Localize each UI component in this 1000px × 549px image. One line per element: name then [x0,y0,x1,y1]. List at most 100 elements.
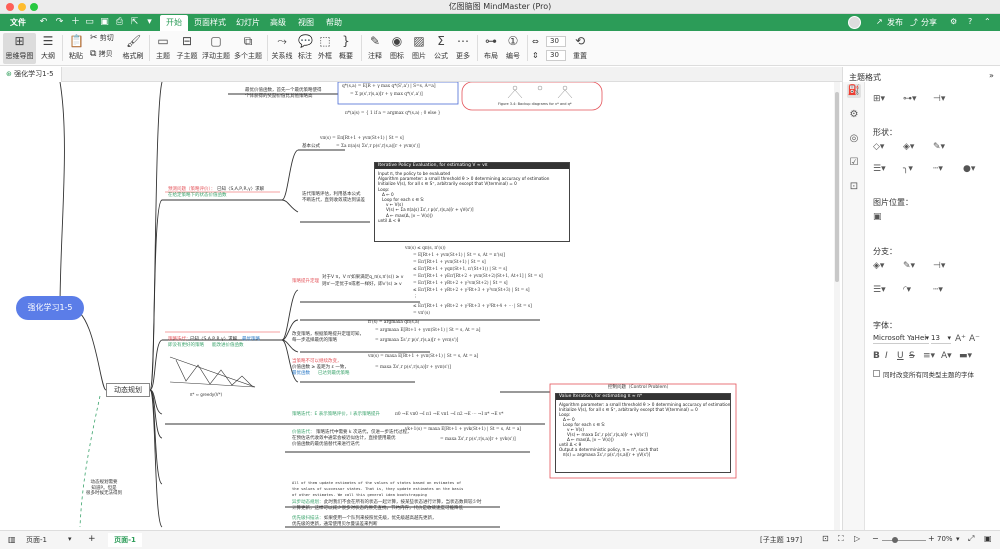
expand-icon[interactable]: ⤢ [968,534,974,544]
zoom-dropdown-icon[interactable]: ▾ [956,535,960,543]
relationship-button[interactable]: ⤳ 关系线 [270,33,294,64]
policy-iteration-green[interactable]: 即没有更好的策略 [168,343,204,349]
callout-button[interactable]: 💬 标注 [296,33,314,64]
highlight-icon[interactable]: ▬▾ [959,350,975,362]
publish-icon[interactable]: ↗ [876,17,883,26]
decrease-font-icon[interactable]: A⁻ [969,333,981,345]
paint-bucket-icon[interactable]: ⛽ [847,84,861,98]
tab-help[interactable]: 帮助 [326,17,342,28]
tab-advanced[interactable]: 高级 [270,17,286,28]
page-panel-icon[interactable]: ▥ [8,535,16,544]
font-color-icon[interactable]: A▾ [941,350,957,362]
shadow-icon[interactable]: ●▾ [963,163,985,175]
apply-all-font-checkbox[interactable] [873,370,880,377]
open-folder-icon[interactable]: ▭ [84,17,95,28]
formula-button[interactable]: Σ 公式 [431,33,451,64]
vertical-spacing-input[interactable]: 30 [546,50,566,61]
bootstrapping-note-line1[interactable]: All of them update estimates of the valu… [292,480,461,486]
root-topic[interactable]: 强化学习1-5 [16,296,84,320]
layout-button[interactable]: ⊶ 布局 [481,33,501,64]
page-select[interactable]: 页面-1 ▾ [26,535,76,545]
avatar[interactable] [848,16,861,29]
cut-button[interactable]: ✂ 剪切 [90,33,120,46]
document-tab[interactable]: ⊛ 强化学习1-5 × [0,67,62,93]
priority-sweep-green[interactable]: 优先级扫描法： [292,516,324,522]
optimal-blue[interactable]: 最优函数 [292,371,310,377]
value-iteration-green[interactable]: 价值迭代： [292,430,315,436]
italic-icon[interactable]: I [885,350,895,362]
zoom-in-icon[interactable]: + [928,534,935,543]
control-problem-title[interactable]: 控制问题（Control Problem） [608,385,671,391]
improve-desc-line2[interactable]: 每一步选择最优的策略 [292,338,337,344]
tab-slides[interactable]: 幻灯片 [236,17,260,28]
optimal-green-line1[interactable]: 已达到最优策略 [318,371,350,377]
paste-button[interactable]: 📋 粘贴 [66,33,86,64]
value-iteration-box[interactable]: Value Iteration, for estimating π ≈ π* A… [555,393,731,473]
branch-line-color-icon[interactable]: ✎▾ [903,260,925,272]
prediction-problem-rest[interactable]: 已知〈S,A,P,R,γ〉求解 [217,187,264,193]
improve-desc-line1[interactable]: 改变策略，根据策略提升定理可知， [292,332,364,338]
iterative-policy-evaluation-box[interactable]: Iterative Policy Evaluation, for estimat… [374,162,570,242]
publish-button[interactable]: 发布 [887,17,903,28]
image-position-icon[interactable]: ▣ [873,211,895,223]
connector-style-icon[interactable]: ⊣▾ [933,93,955,105]
active-page-tab[interactable]: 页面-1 [108,533,142,547]
note-button[interactable]: ✎ 注释 [365,33,385,64]
undo-icon[interactable]: ↶ [38,17,49,28]
value-iteration-rest1[interactable]: 策略迭代中需要 k 次迭代，仅进一步迭代过程， [316,430,411,436]
policy-iteration-red[interactable]: 策略迭代： [168,337,191,343]
dash-style-icon[interactable]: ┄▾ [933,163,955,175]
policy-improvement-rest1[interactable]: 对于V π，V π'如果满足q_π(s,π'(s)) ≥ v [322,275,403,281]
save-icon[interactable]: ▣ [99,17,110,28]
redo-icon[interactable]: ↷ [54,17,65,28]
help-icon[interactable]: ? [968,17,972,26]
underline-icon[interactable]: U [897,350,907,362]
async-dp-green[interactable]: 异步动态规划： [292,500,324,506]
more-quick-icon[interactable]: ▾ [144,17,155,28]
task-icon[interactable]: ☑ [847,156,861,170]
bootstrapping-note-line3[interactable]: of other estimates. We call this general… [292,492,427,498]
strikethrough-icon[interactable]: S [909,350,919,362]
more-button[interactable]: ⋯ 更多 [453,33,473,64]
line-weight-icon[interactable]: ☰▾ [873,163,895,175]
branch-dash-icon[interactable]: ┄▾ [933,284,955,296]
image-button[interactable]: ▨ 图片 [409,33,429,64]
tab-page-style[interactable]: 页面样式 [194,17,226,28]
bold-icon[interactable]: B [873,350,883,362]
horizontal-spacing-input[interactable]: 30 [546,36,566,47]
font-family-select[interactable]: Microsoft YaHei ▾ [873,333,929,344]
font-size-select[interactable]: 13 ▾ [931,333,951,344]
priority-sweep-line1[interactable]: 如果使用一个队列来按照优先级，优先级越高越先更新， [324,516,437,522]
policy-iteration-rest[interactable]: 已知〈S,A,P,R,γ〉求解 [190,337,237,343]
optimal-value-note-line1[interactable]: 最优价值函数，首先一个最优策略使得 [245,88,322,94]
style-theme-icon[interactable]: ⚙ [847,108,861,122]
add-page-icon[interactable]: + [88,534,96,544]
reset-button[interactable]: ⟲ 重置 [570,33,590,64]
fit-page-icon[interactable]: ⊡ [822,534,829,543]
scrollbar-thumb[interactable] [835,92,839,282]
align-icon[interactable]: ≡▾ [923,350,939,362]
priority-sweep-line2[interactable]: 优先级的更新，通常使用贝尔曼误差来判断 [292,522,378,528]
border-color-icon[interactable]: ✎▾ [933,141,955,153]
increase-font-icon[interactable]: A⁺ [955,333,967,345]
multiple-topics-button[interactable]: ⧉ 多个主题 [233,33,263,64]
present-icon[interactable]: ▷ [854,534,860,543]
iterative-desc-line1[interactable]: 迭代策略评估，利用基本公式 [302,192,361,198]
zoom-level[interactable]: 70% [937,535,953,543]
export-icon[interactable]: ⇱ [129,17,140,28]
async-dp-line2[interactable]: 计算更新，这样可以减少很多对状态的原先查找，节约内存，代价是收敛速度可能降低 [292,506,463,512]
corner-icon[interactable]: ╮▾ [903,163,925,175]
print-icon[interactable]: ⎙ [114,17,125,28]
optimal-value-note-line2[interactable]: 个体获得的奖励价值比其他策略高 [245,94,313,100]
format-painter-button[interactable]: 🖌 格式刷 [121,33,145,64]
mindmap-view-button[interactable]: ⊞ 思维导图 [3,33,36,64]
shape-icon[interactable]: ◇▾ [873,141,895,153]
new-file-icon[interactable]: ＋ [70,17,81,28]
icon-button[interactable]: ◉ 图标 [387,33,407,64]
zoom-slider[interactable] [882,537,926,543]
collapse-panel-icon[interactable]: » [989,71,994,80]
fullscreen-icon[interactable]: ⛶ [838,534,844,544]
branch-curve-icon[interactable]: ◜▾ [903,284,925,296]
location-icon[interactable]: ◎ [847,132,861,146]
vi-line[interactable]: 策略迭代：E 表示策略评价，I 表示策略提升 [292,412,380,418]
